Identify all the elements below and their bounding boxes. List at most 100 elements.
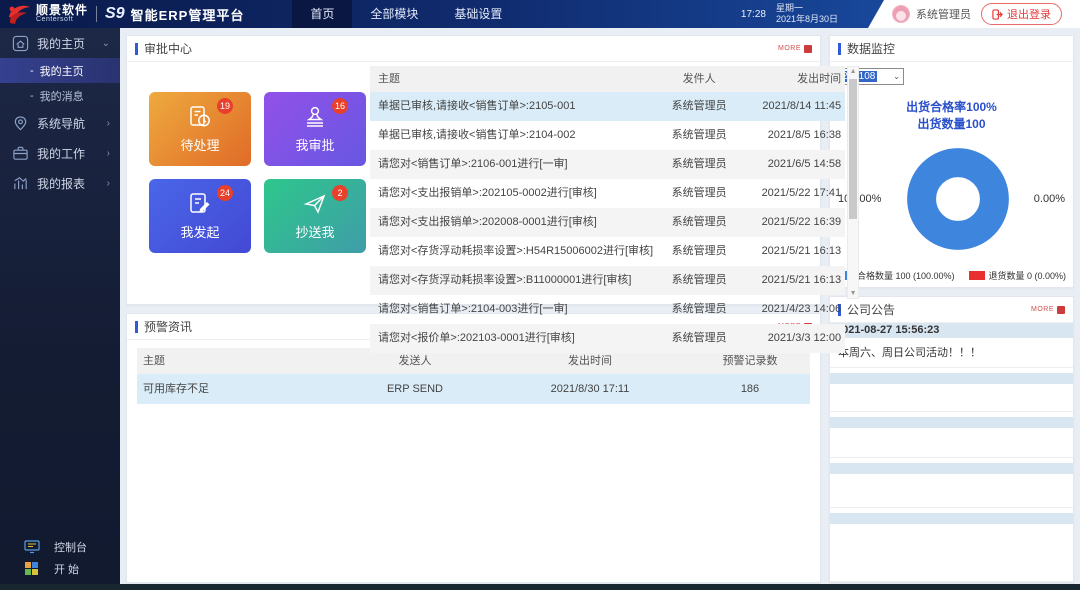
nav-all-modules[interactable]: 全部模块 — [352, 0, 436, 28]
sidebar-sub-my-home[interactable]: - 我的主页 — [0, 58, 120, 83]
table-row[interactable]: 请您对<销售订单>:2104-003进行[一审] 系统管理员 2021/4/23… — [370, 295, 845, 324]
approval-tiles: 19 待处理 16 — [127, 62, 366, 305]
scrollbar-thumb[interactable] — [849, 79, 857, 219]
announcement-content: 本周六、周日公司活动！！！ — [830, 338, 1073, 368]
table-scrollbar[interactable]: ▲ ▼ — [847, 66, 859, 299]
chevron-right-icon: › — [107, 148, 110, 159]
chevron-right-icon: › — [107, 178, 110, 189]
sidebar-item-my-reports[interactable]: 我的报表 › — [0, 168, 120, 198]
chart-icon — [12, 175, 29, 192]
table-row[interactable]: 请您对<报价单>:202103-0001进行[审核] 系统管理员 2021/3/… — [370, 324, 845, 353]
centersoft-logo-icon — [6, 2, 32, 26]
announcement-date: 2021-08-27 15:56:23 — [830, 323, 1073, 338]
legend-label: 合格数量 100 (100.00%) — [857, 269, 955, 282]
console-monitor-icon — [24, 540, 40, 554]
table-row[interactable]: 请您对<支出报销单>:202105-0002进行[审核] 系统管理员 2021/… — [370, 179, 845, 208]
sidebar-sub-label: 我的主页 — [40, 63, 84, 79]
nav-home[interactable]: 首页 — [292, 0, 352, 28]
donut-chart-area: 100.00% 0.00% — [830, 143, 1073, 255]
cell-subject: 请您对<销售订单>:2106-001进行[一审] — [370, 150, 653, 179]
paper-plane-icon — [302, 191, 328, 217]
chevron-right-icon: › — [107, 118, 110, 129]
cell-sender: 系统管理员 — [653, 237, 745, 266]
announcements-panel-title: 公司公告 — [847, 301, 895, 318]
approval-panel-title: 审批中心 — [144, 40, 192, 57]
announcements-more-button[interactable]: MORE — [1031, 306, 1065, 314]
col-header-time: 发出时间 — [745, 66, 845, 92]
cell-sender: 系统管理员 — [653, 266, 745, 295]
table-row[interactable]: 单据已审核,请接收<销售订单>:2104-002 系统管理员 2021/8/5 … — [370, 121, 845, 150]
table-row[interactable]: 请您对<存货浮动耗损率设置>:H54R15006002进行[审核] 系统管理员 … — [370, 237, 845, 266]
monitor-stats: 出货合格率100% 出货数量100 — [830, 99, 1073, 133]
approval-message-table: 主题 发件人 发出时间 单据已审核,请接收<销售订单>:2105-001 系统管… — [370, 66, 845, 305]
nav-basic-settings[interactable]: 基础设置 — [436, 0, 520, 28]
sidebar-item-system-nav[interactable]: 系统导航 › — [0, 108, 120, 138]
sidebar-item-label: 系统导航 — [37, 115, 85, 132]
cell-time: 2021/8/30 17:11 — [490, 374, 690, 404]
announcement-entry-empty — [830, 463, 1073, 508]
panel-accent-bar — [135, 321, 138, 333]
user-name: 系统管理员 — [916, 6, 971, 22]
legend-label: 退货数量 0 (0.00%) — [989, 269, 1067, 282]
tile-cc-to-me[interactable]: 2 抄送我 — [264, 179, 366, 253]
cell-subject: 请您对<销售订单>:2104-003进行[一审] — [370, 295, 653, 324]
date-block: 星期一 2021年8月30日 — [776, 3, 838, 25]
cell-sender: 系统管理员 — [653, 121, 745, 150]
top-bar: 顺景软件 Centersoft S9 智能ERP管理平台 首页 全部模块 基础设… — [0, 0, 1080, 28]
tile-label: 我审批 — [295, 135, 334, 154]
console-button[interactable]: 控制台 — [0, 536, 120, 558]
table-row[interactable]: 可用库存不足 ERP SEND 2021/8/30 17:11 186 — [137, 374, 810, 404]
announcement-entry[interactable]: 2021-08-27 15:56:23 本周六、周日公司活动！！！ — [830, 323, 1073, 368]
stamp-icon — [302, 104, 328, 130]
logout-icon — [992, 9, 1003, 20]
logout-label: 退出登录 — [1007, 6, 1051, 22]
table-row[interactable]: 请您对<销售订单>:2106-001进行[一审] 系统管理员 2021/6/5 … — [370, 150, 845, 179]
dash-marker: - — [30, 90, 34, 102]
sidebar-sub-my-messages[interactable]: - 我的消息 — [0, 83, 120, 108]
cell-subject: 请您对<支出报销单>:202105-0002进行[审核] — [370, 179, 653, 208]
user-avatar[interactable] — [892, 5, 910, 23]
brand-name-cn: 顺景软件 — [36, 5, 88, 16]
chart-legend: 合格数量 100 (100.00%) 退货数量 0 (0.00%) — [830, 269, 1073, 282]
sidebar: 我的主页 ⌄ - 我的主页 - 我的消息 系统导航 › 我的工作 › 我的报表 … — [0, 28, 120, 590]
cell-subject: 请您对<存货浮动耗损率设置>:B11000001进行[审核] — [370, 266, 653, 295]
tile-initiated-by-me[interactable]: 24 我发起 — [149, 179, 251, 253]
chevron-down-icon: ⌄ — [893, 72, 900, 81]
logout-button[interactable]: 退出登录 — [981, 3, 1062, 25]
monitor-panel-title: 数据监控 — [847, 40, 895, 57]
chevron-down-icon: ⌄ — [102, 38, 110, 49]
table-row[interactable]: 请您对<支出报销单>:202008-0001进行[审核] 系统管理员 2021/… — [370, 208, 845, 237]
home-icon — [12, 35, 29, 52]
table-row[interactable]: 单据已审核,请接收<销售订单>:2105-001 系统管理员 2021/8/14… — [370, 92, 845, 121]
cell-time: 2021/5/22 16:39 — [745, 208, 845, 237]
dash-marker: - — [30, 65, 34, 77]
approval-more-button[interactable]: MORE — [778, 45, 812, 53]
table-row[interactable]: 请您对<存货浮动耗损率设置>:B11000001进行[审核] 系统管理员 202… — [370, 266, 845, 295]
app-title: 智能ERP管理平台 — [131, 5, 245, 24]
start-grid-icon — [24, 562, 40, 576]
cell-time: 2021/5/21 16:13 — [745, 237, 845, 266]
more-label: MORE — [1031, 306, 1054, 313]
cell-sender: 系统管理员 — [653, 295, 745, 324]
scroll-up-icon[interactable]: ▲ — [848, 68, 858, 75]
start-label: 开 始 — [54, 561, 79, 577]
sidebar-item-label: 我的主页 — [37, 35, 85, 52]
more-label: MORE — [778, 45, 801, 52]
cell-sender: 系统管理员 — [653, 150, 745, 179]
console-label: 控制台 — [54, 539, 87, 555]
sidebar-item-my-home[interactable]: 我的主页 ⌄ — [0, 28, 120, 58]
clock: 17:28 — [741, 9, 766, 20]
cell-subject: 请您对<报价单>:202103-0001进行[审核] — [370, 324, 653, 353]
alert-news-panel: 预警资讯 MORE 主题 发送人 发出时间 预警记录数 可用库存不足 ERP S… — [126, 313, 821, 583]
scroll-down-icon[interactable]: ▼ — [848, 290, 858, 297]
tile-my-approvals[interactable]: 16 我审批 — [264, 92, 366, 166]
s9-logo: S9 — [105, 5, 125, 23]
cell-time: 2021/8/5 16:38 — [745, 121, 845, 150]
start-button[interactable]: 开 始 — [0, 558, 120, 580]
alert-table: 主题 发送人 发出时间 预警记录数 可用库存不足 ERP SEND 2021/8… — [137, 348, 810, 404]
cell-sender: ERP SEND — [340, 374, 490, 404]
tile-pending[interactable]: 19 待处理 — [149, 92, 251, 166]
cell-time: 2021/3/3 12:00 — [745, 324, 845, 353]
table-header-row: 主题 发件人 发出时间 — [370, 66, 845, 92]
sidebar-item-my-work[interactable]: 我的工作 › — [0, 138, 120, 168]
